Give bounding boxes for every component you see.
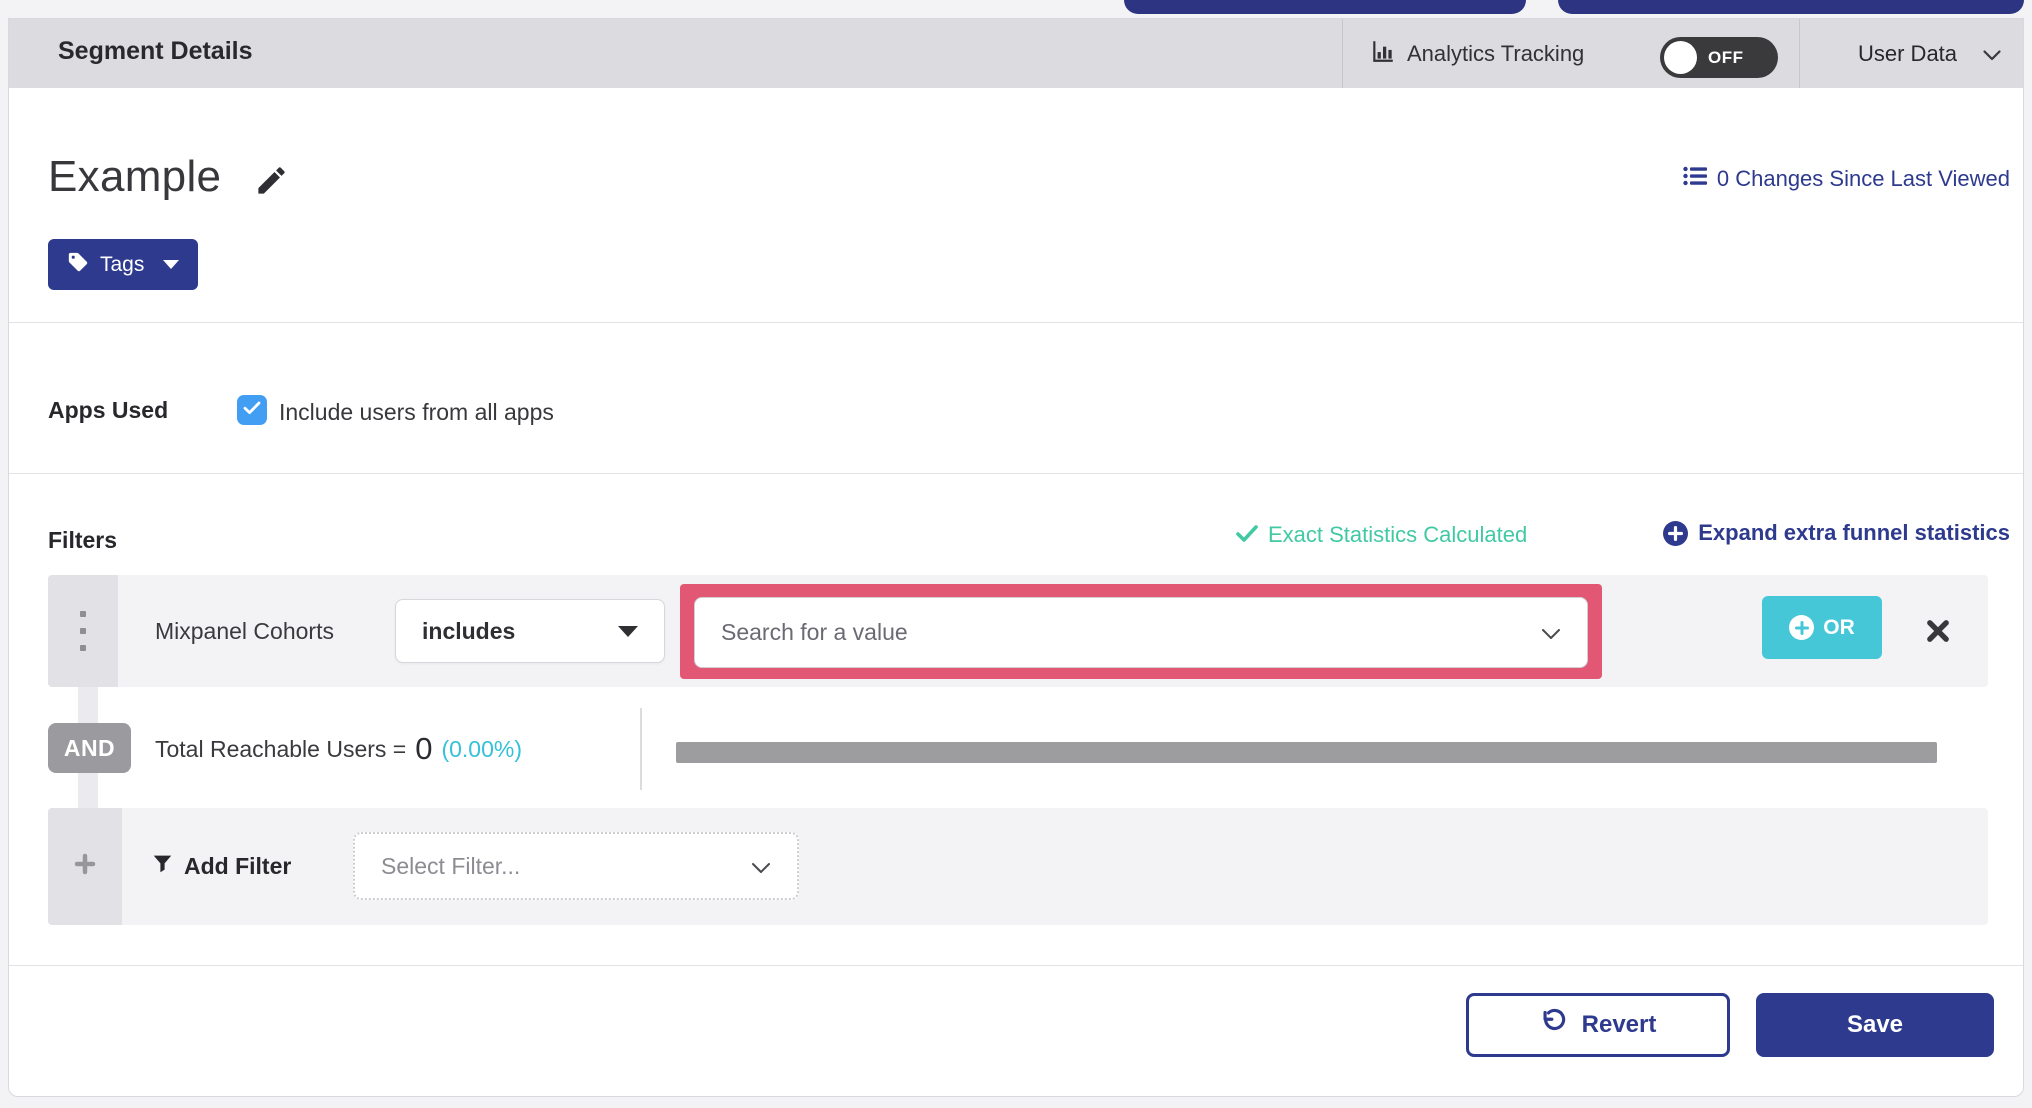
changes-since-last-viewed-link[interactable]: 0 Changes Since Last Viewed: [1683, 165, 2010, 193]
add-filter-label-group: Add Filter: [152, 808, 291, 925]
conjunction-badge: AND: [48, 723, 131, 773]
tags-button[interactable]: Tags: [48, 239, 199, 290]
pencil-icon[interactable]: [254, 163, 289, 198]
segment-name: Example: [48, 152, 222, 201]
section-divider: [9, 965, 2023, 966]
chevron-down-icon: [751, 853, 771, 880]
remove-filter-icon[interactable]: [1924, 617, 1952, 645]
drag-handle[interactable]: [48, 575, 118, 687]
list-icon: [1683, 165, 1707, 193]
page-title: Segment Details: [58, 37, 253, 65]
drag-dots-icon: [80, 628, 86, 634]
drag-dots-icon: [80, 645, 86, 651]
section-divider: [9, 473, 2023, 474]
expand-link-label: Expand extra funnel statistics: [1698, 520, 2010, 545]
analytics-tracking-toggle[interactable]: OFF: [1660, 37, 1778, 78]
annotation-highlight: Search for a value: [680, 584, 1602, 679]
vertical-divider: [640, 708, 642, 790]
plus-circle-icon: [1663, 520, 1689, 546]
reachable-users-value: 0: [415, 731, 433, 766]
or-button-label: OR: [1823, 615, 1855, 639]
user-data-dropdown[interactable]: User Data: [1858, 19, 2001, 88]
top-cropped-button-left[interactable]: [1124, 0, 1526, 14]
analytics-tracking-control: Analytics Tracking: [1370, 19, 1584, 88]
analytics-tracking-label: Analytics Tracking: [1407, 40, 1585, 66]
add-or-button[interactable]: OR: [1762, 596, 1882, 659]
plus-icon: [74, 853, 96, 880]
undo-icon: [1540, 1008, 1567, 1042]
caret-down-icon: [163, 260, 180, 269]
include-all-apps-checkbox[interactable]: [237, 395, 267, 425]
select-filter-dropdown[interactable]: Select Filter...: [353, 832, 799, 900]
chevron-down-icon: [1541, 619, 1561, 646]
value-search-select[interactable]: Search for a value: [694, 597, 1588, 668]
segment-details-page: Segment Details Analytics Tracking OFF U…: [0, 0, 2032, 1108]
toggle-knob: [1664, 41, 1697, 74]
funnel-icon: [152, 853, 173, 880]
header-divider: [1799, 19, 1800, 88]
tag-icon: [67, 251, 89, 279]
save-button-label: Save: [1846, 1011, 1904, 1038]
include-all-apps-label: Include users from all apps: [279, 399, 554, 425]
chevron-down-icon: [1983, 41, 2001, 67]
check-icon: [243, 401, 261, 420]
exact-statistics-label: Exact Statistics Calculated: [1268, 522, 1528, 547]
user-data-label: User Data: [1858, 40, 1958, 66]
exact-statistics-status: Exact Statistics Calculated: [1236, 522, 1527, 548]
section-divider: [9, 322, 2023, 323]
operator-value: includes: [422, 617, 516, 644]
changes-link-label: 0 Changes Since Last Viewed: [1716, 166, 2010, 191]
filters-title: Filters: [48, 527, 118, 553]
revert-button-label: Revert: [1581, 1011, 1657, 1038]
reachable-users-summary: Total Reachable Users = 0 (0.00%): [155, 728, 522, 770]
tags-button-label: Tags: [100, 252, 145, 276]
reachable-users-label: Total Reachable Users =: [155, 735, 407, 762]
operator-select[interactable]: includes: [395, 599, 665, 663]
add-filter-handle[interactable]: [48, 808, 122, 925]
add-filter-label: Add Filter: [184, 853, 292, 879]
value-select-placeholder: Search for a value: [721, 619, 908, 645]
header-divider: [1342, 19, 1343, 88]
filter-row: Mixpanel Cohorts includes Search for a v…: [48, 575, 1988, 687]
reachable-users-percent: (0.00%): [441, 735, 523, 762]
filter-field-label: Mixpanel Cohorts: [155, 617, 334, 644]
toggle-state-label: OFF: [1708, 47, 1744, 67]
drag-dots-icon: [80, 611, 86, 617]
top-cropped-button-right[interactable]: [1558, 0, 2024, 14]
caret-down-icon: [618, 625, 638, 637]
revert-button[interactable]: Revert: [1466, 993, 1730, 1057]
apps-used-label: Apps Used: [48, 397, 169, 423]
check-icon: [1236, 522, 1258, 548]
add-filter-row: Add Filter Select Filter...: [48, 808, 1988, 925]
select-filter-placeholder: Select Filter...: [381, 852, 521, 879]
save-button[interactable]: Save: [1756, 993, 1994, 1057]
reachable-users-progress-bar: [676, 742, 1937, 763]
plus-circle-icon: [1789, 615, 1815, 640]
expand-funnel-statistics-link[interactable]: Expand extra funnel statistics: [1663, 520, 2010, 546]
bar-chart-icon: [1370, 38, 1396, 70]
